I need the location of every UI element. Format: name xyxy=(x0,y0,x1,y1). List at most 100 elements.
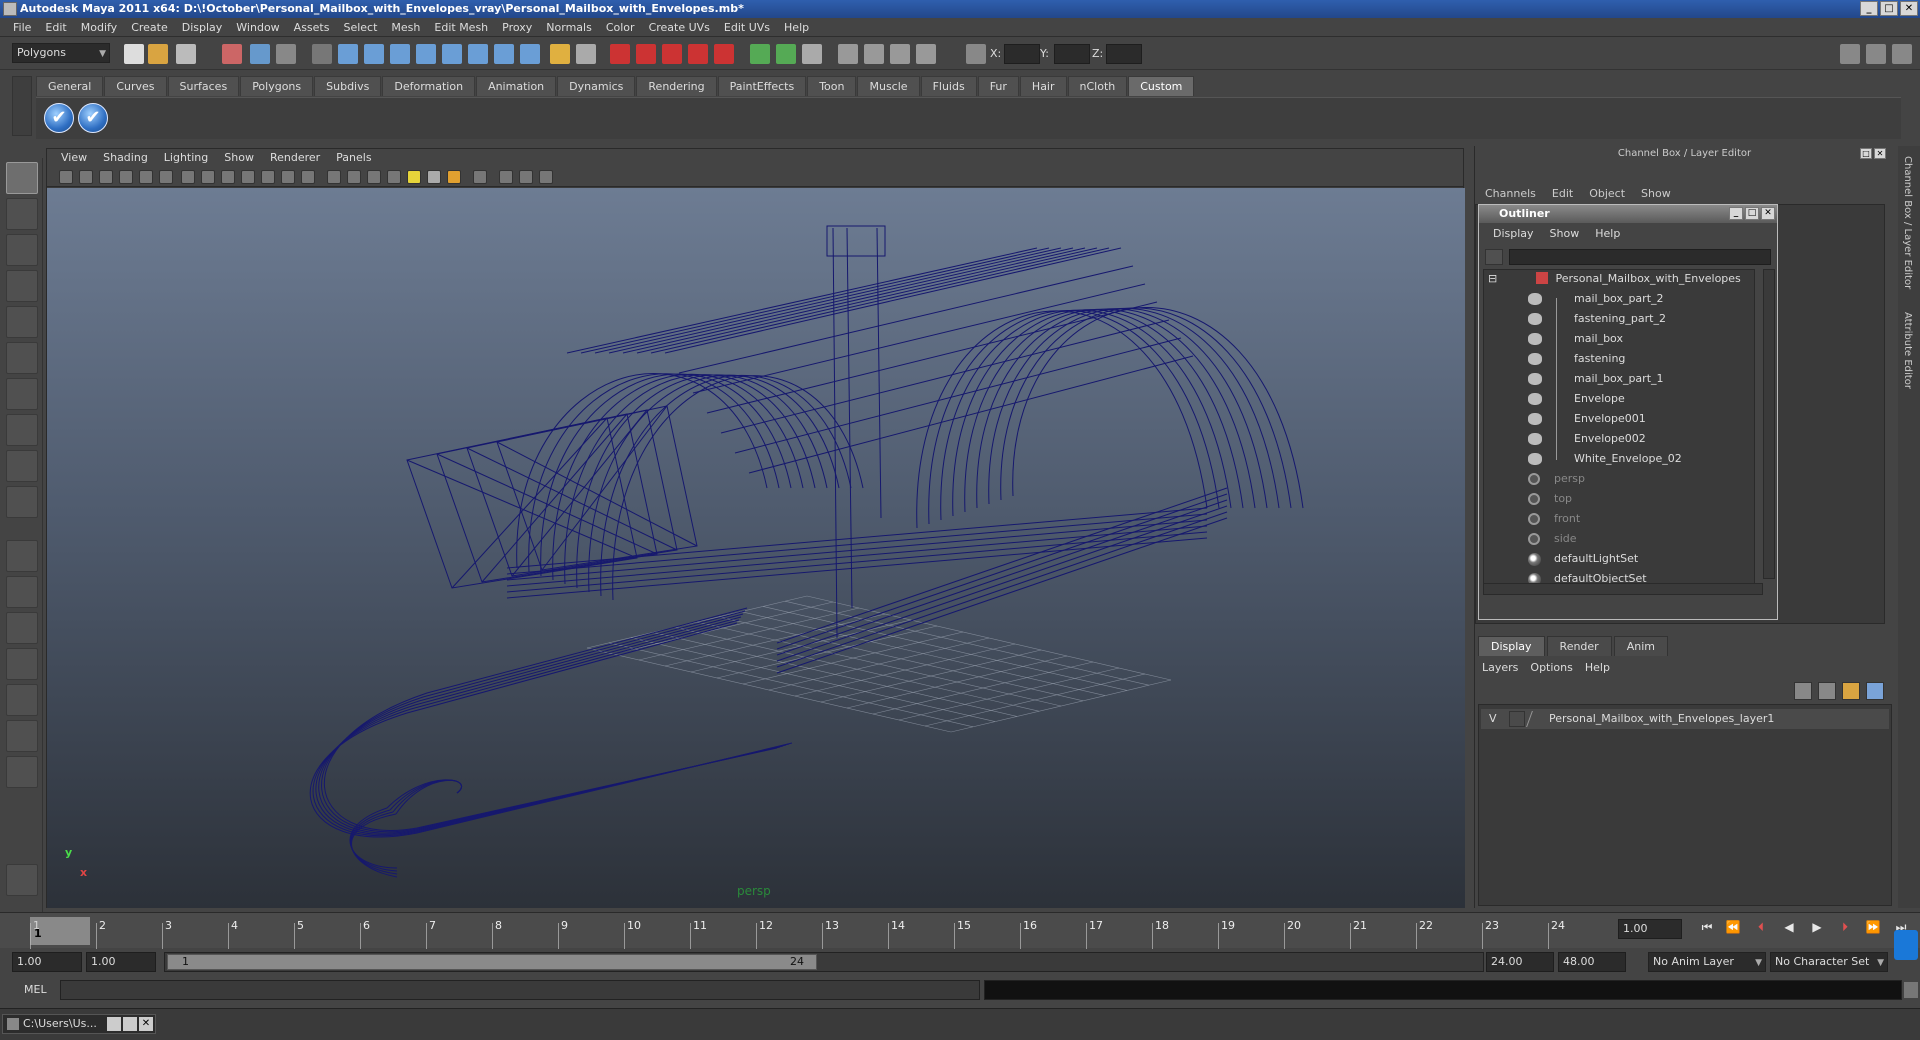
high-quality-icon[interactable] xyxy=(447,170,461,184)
range-slider-handle[interactable]: 1 24 xyxy=(167,954,817,970)
channel-box-menu-show[interactable]: Show xyxy=(1635,187,1681,200)
select-joints-icon[interactable] xyxy=(364,44,384,64)
outliner-item[interactable]: front xyxy=(1528,510,1580,528)
snap-point-icon[interactable] xyxy=(662,44,682,64)
lock-camera-icon[interactable] xyxy=(79,170,93,184)
menu-display[interactable]: Display xyxy=(175,18,230,36)
close-button[interactable]: ✕ xyxy=(1900,1,1918,16)
wireframe-icon[interactable] xyxy=(327,170,341,184)
highlight-selection-icon[interactable] xyxy=(576,44,596,64)
xray-icon[interactable] xyxy=(473,170,487,184)
shelf-tab-rendering[interactable]: Rendering xyxy=(636,76,717,96)
shelf-custom-check-button-1[interactable]: ✔ xyxy=(44,103,74,133)
command-language-label[interactable]: MEL xyxy=(24,983,47,996)
outliner-maximize-button[interactable]: □ xyxy=(1745,207,1759,220)
outliner-vertical-scrollbar[interactable] xyxy=(1763,269,1775,579)
current-time-field[interactable]: 1.00 xyxy=(1618,919,1682,939)
resolution-gate-icon[interactable] xyxy=(221,170,235,184)
outliner-item[interactable]: mail_box_part_2 xyxy=(1528,290,1664,308)
step-back-frame-icon[interactable]: ⏴ xyxy=(1752,918,1770,936)
outliner-item[interactable]: defaultLightSet xyxy=(1528,550,1638,568)
move-layer-up-icon[interactable] xyxy=(1842,682,1860,700)
layer-tab-render[interactable]: Render xyxy=(1546,636,1612,656)
outliner-horizontal-scrollbar[interactable] xyxy=(1483,583,1763,595)
shelf-tab-fluids[interactable]: Fluids xyxy=(920,76,977,96)
side-tab-attribute-editor[interactable]: Attribute Editor xyxy=(1902,312,1913,389)
pick-mask-icon[interactable] xyxy=(312,44,332,64)
outliner-filter-icon[interactable] xyxy=(1485,249,1503,265)
menu-file[interactable]: File xyxy=(6,18,38,36)
menu-edit[interactable]: Edit xyxy=(38,18,73,36)
snap-view-plane-icon[interactable] xyxy=(688,44,708,64)
end-time-field[interactable]: 48.00 xyxy=(1558,952,1626,972)
camera-attributes-icon[interactable] xyxy=(99,170,113,184)
menu-select[interactable]: Select xyxy=(336,18,384,36)
render-settings-icon[interactable] xyxy=(890,44,910,64)
maximize-button[interactable]: □ xyxy=(1880,1,1898,16)
command-input[interactable] xyxy=(60,980,980,1000)
panel-close-button[interactable]: ✕ xyxy=(1874,148,1886,159)
shelf-tab-ncloth[interactable]: nCloth xyxy=(1067,76,1128,96)
new-layer-selected-icon[interactable] xyxy=(1818,682,1836,700)
script-editor-icon[interactable] xyxy=(1904,982,1918,998)
lock-selection-icon[interactable] xyxy=(550,44,570,64)
smooth-shade-icon[interactable] xyxy=(347,170,361,184)
paint-select-tool-icon[interactable] xyxy=(6,234,38,266)
shelf-tab-curves[interactable]: Curves xyxy=(104,76,167,96)
shelf-menu-button[interactable] xyxy=(12,76,32,136)
select-handles-icon[interactable] xyxy=(338,44,358,64)
menu-assets[interactable]: Assets xyxy=(287,18,337,36)
rotate-tool-icon[interactable] xyxy=(6,306,38,338)
menu-help[interactable]: Help xyxy=(777,18,816,36)
y-field[interactable] xyxy=(1054,44,1090,64)
persp-graph-layout-icon[interactable] xyxy=(6,648,38,680)
layer-menu-options[interactable]: Options xyxy=(1526,660,1580,676)
hypershade-icon[interactable] xyxy=(916,44,936,64)
viewport-menu-lighting[interactable]: Lighting xyxy=(156,149,216,167)
shadows-icon[interactable] xyxy=(427,170,441,184)
taskbar-item[interactable]: C:\Users\Us... ✕ xyxy=(2,1014,156,1034)
show-manipulator-icon[interactable] xyxy=(6,450,38,482)
default-lighting-icon[interactable] xyxy=(407,170,421,184)
shelf-tab-dynamics[interactable]: Dynamics xyxy=(557,76,636,96)
layer-menu-layers[interactable]: Layers xyxy=(1478,660,1526,676)
layer-playback-toggle[interactable] xyxy=(1509,711,1525,727)
menu-normals[interactable]: Normals xyxy=(539,18,599,36)
outliner-item[interactable]: Envelope002 xyxy=(1528,430,1646,448)
outliner-item[interactable]: side xyxy=(1528,530,1577,548)
viewport-menu-renderer[interactable]: Renderer xyxy=(262,149,328,167)
snapshot-icon[interactable] xyxy=(6,864,38,896)
more-layouts-icon[interactable] xyxy=(6,756,38,788)
select-tool-icon[interactable] xyxy=(6,162,38,194)
anim-layer-dropdown[interactable]: No Anim Layer ▼ xyxy=(1648,952,1766,972)
channel-box-menu-object[interactable]: Object xyxy=(1583,187,1635,200)
xray-components-icon[interactable] xyxy=(539,170,553,184)
shelf-tab-deformation[interactable]: Deformation xyxy=(382,76,476,96)
four-view-layout-icon[interactable] xyxy=(6,576,38,608)
select-surfaces-icon[interactable] xyxy=(416,44,436,64)
wireframe-on-shaded-icon[interactable] xyxy=(367,170,381,184)
outliner-item[interactable]: Envelope xyxy=(1528,390,1625,408)
two-d-pan-zoom-icon[interactable] xyxy=(159,170,173,184)
scale-tool-icon[interactable] xyxy=(6,342,38,374)
snap-curve-icon[interactable] xyxy=(636,44,656,64)
shelf-tab-toon[interactable]: Toon xyxy=(807,76,857,96)
shelf-tab-surfaces[interactable]: Surfaces xyxy=(167,76,240,96)
select-deformations-icon[interactable] xyxy=(442,44,462,64)
output-ops-icon[interactable] xyxy=(776,44,796,64)
go-to-start-icon[interactable]: ⏮ xyxy=(1698,918,1716,936)
taskbar-maximize-button[interactable] xyxy=(123,1017,137,1031)
isolate-select-icon[interactable] xyxy=(499,170,513,184)
channel-box-toggle-icon[interactable] xyxy=(1892,44,1912,64)
select-misc-icon[interactable] xyxy=(520,44,540,64)
transform-input-icon[interactable] xyxy=(966,44,986,64)
range-slider-track[interactable]: 1 24 xyxy=(164,952,1484,972)
playback-start-field[interactable]: 1.00 xyxy=(86,952,156,972)
taskbar-restore-button[interactable] xyxy=(107,1017,121,1031)
outliner-menu-help[interactable]: Help xyxy=(1587,225,1628,243)
safe-title-icon[interactable] xyxy=(301,170,315,184)
grid-icon[interactable] xyxy=(181,170,195,184)
channel-box-menu-edit[interactable]: Edit xyxy=(1546,187,1583,200)
outliner-item[interactable]: fastening_part_2 xyxy=(1528,310,1666,328)
outliner-item[interactable]: persp xyxy=(1528,470,1585,488)
